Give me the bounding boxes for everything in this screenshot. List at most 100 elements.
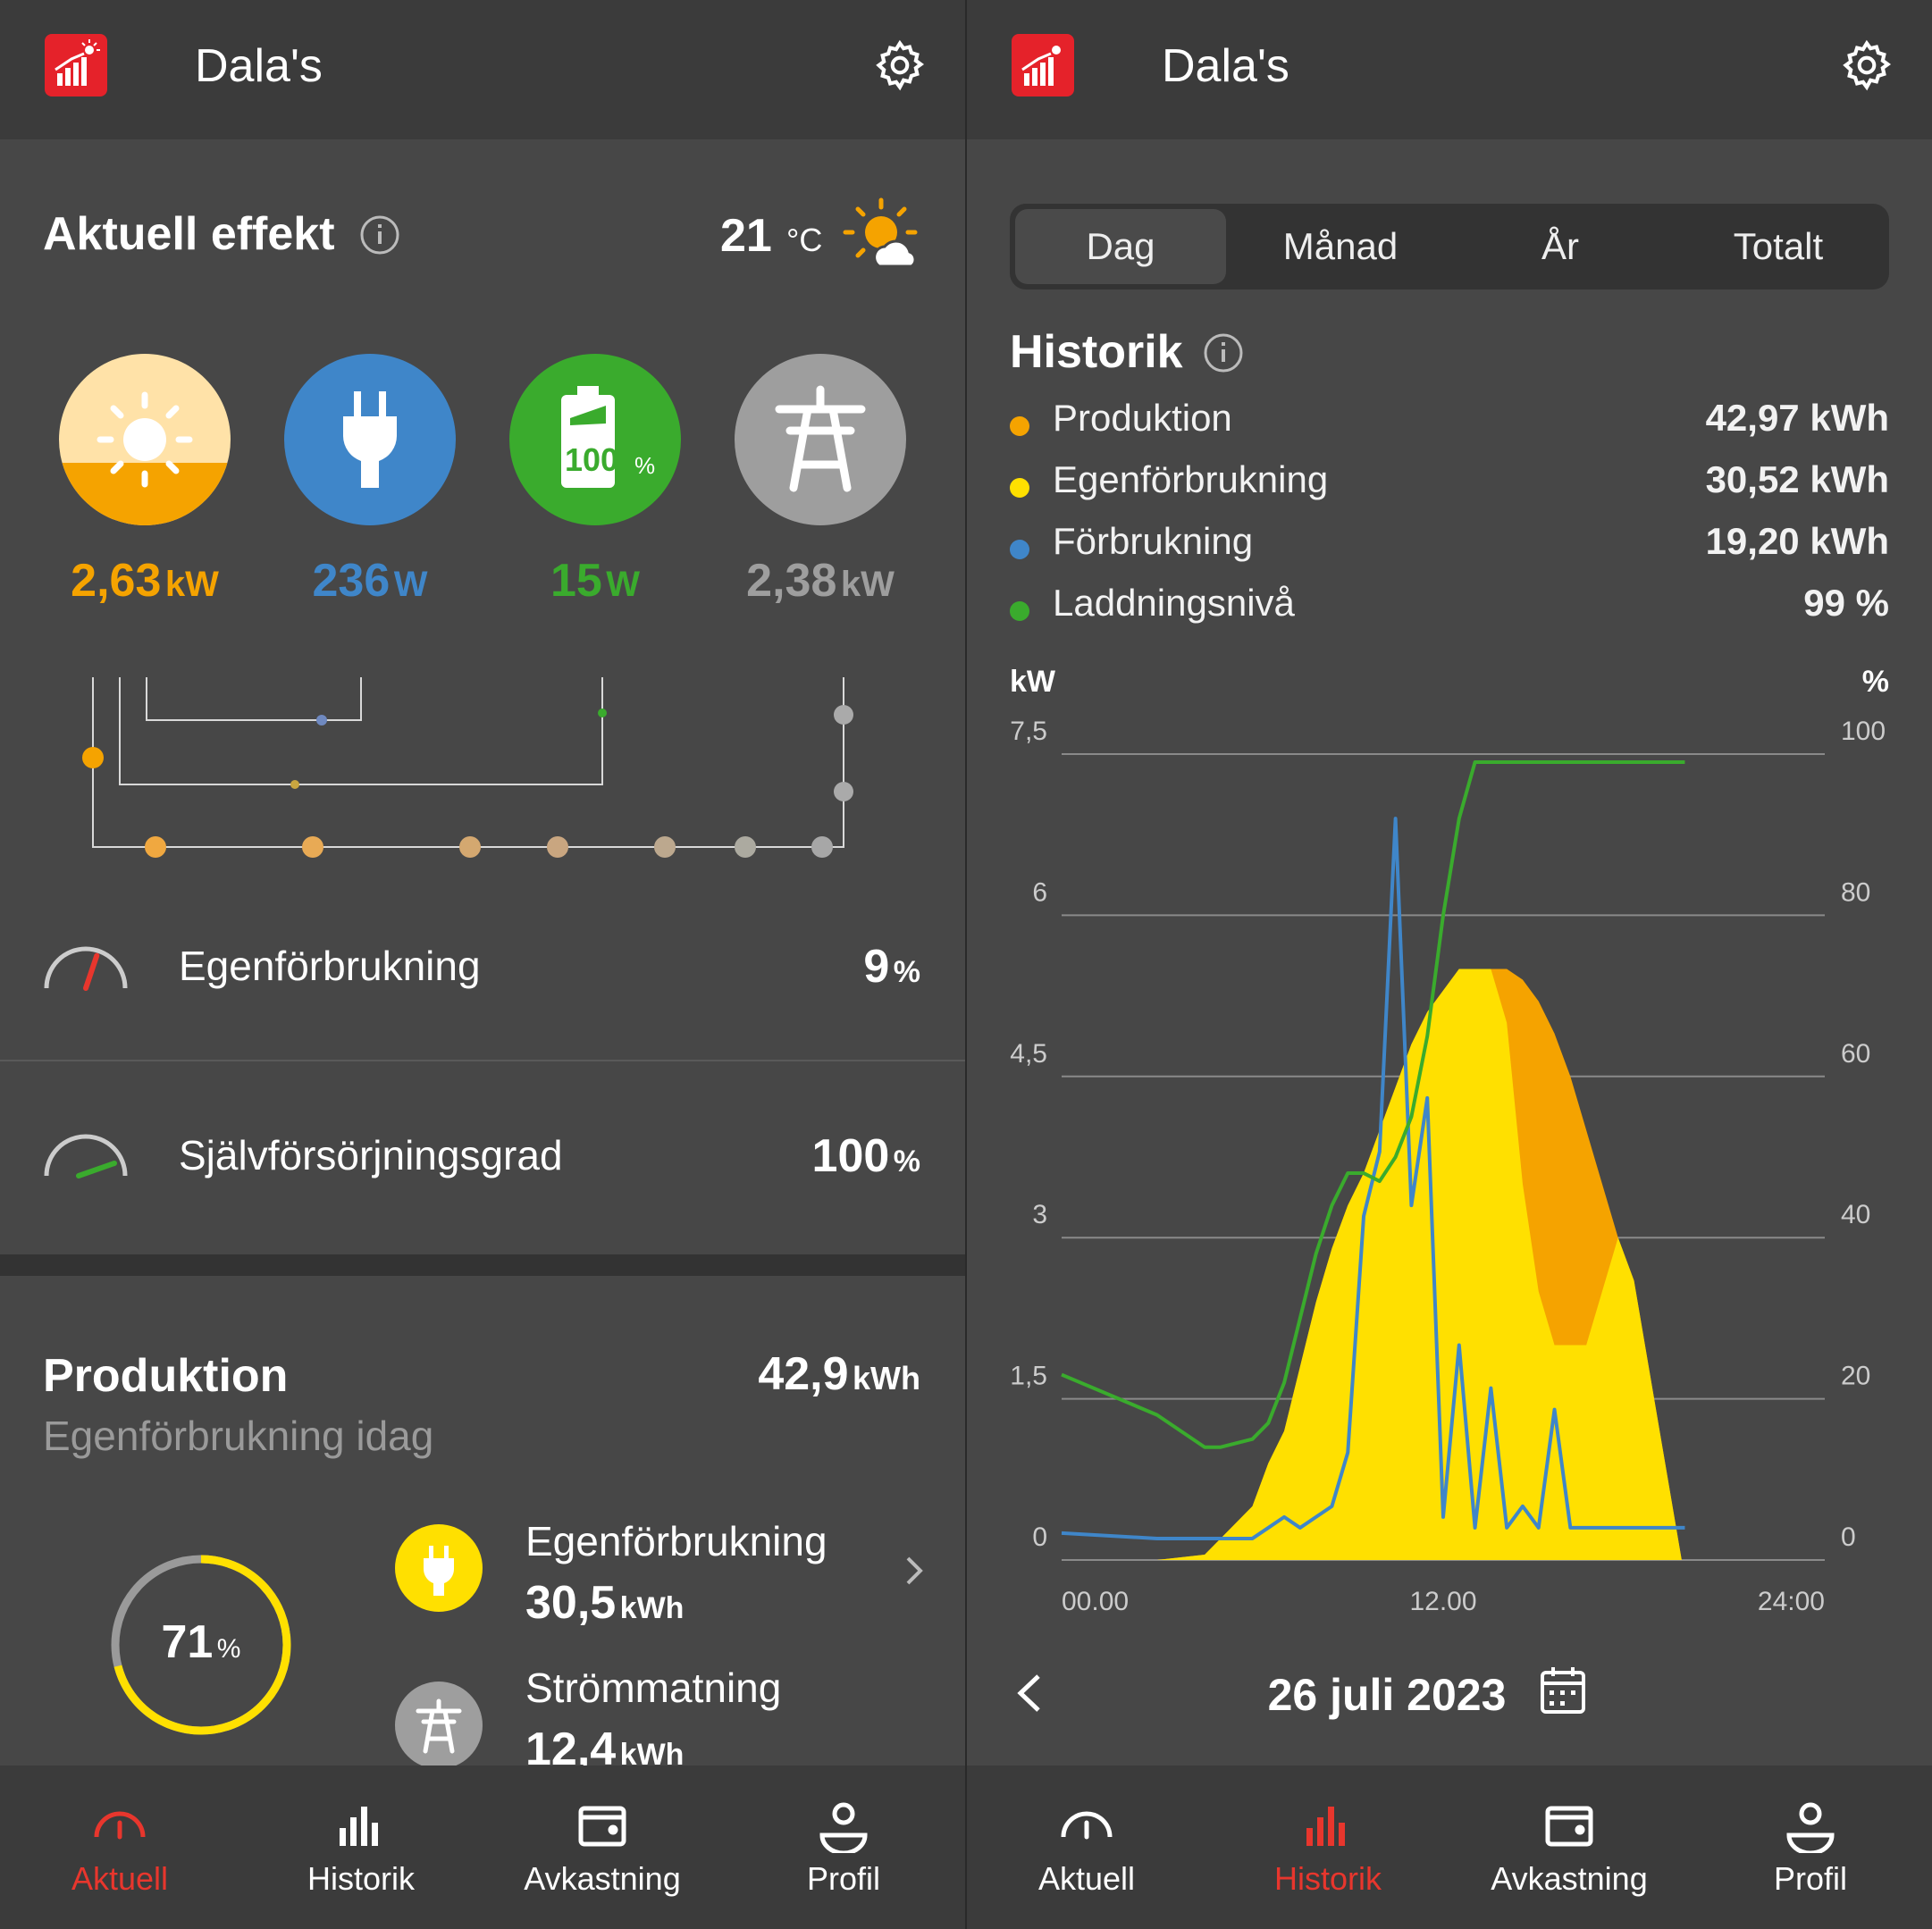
settings-gear-icon[interactable] <box>872 38 928 93</box>
previous-day-chevron-icon[interactable] <box>1012 1671 1047 1715</box>
x-tick-label: 24:00 <box>1758 1587 1825 1616</box>
legend-item: Produktion 42,97 kWh <box>1010 397 1889 450</box>
ring-value: 71 <box>161 1616 214 1668</box>
tab-ar[interactable]: År <box>1451 209 1669 284</box>
aktuell-screen: Dala's Aktuell effekt 21 °C 100 % 2,63 k… <box>0 0 965 1929</box>
history-chart[interactable]: kW % 0 0 1,5 20 3 40 4,5 60 6 80 7,5 100 00.00 12.00 24:… <box>967 652 1932 1617</box>
item-value: 30,5 kWh <box>525 1577 685 1629</box>
x-tick-label: 12.00 <box>1409 1587 1476 1616</box>
bar-chart-icon <box>1299 1796 1357 1853</box>
nav-aktuell[interactable]: Aktuell <box>997 1765 1176 1929</box>
app-title: Dala's <box>1162 40 1289 92</box>
tab-dag[interactable]: Dag <box>1015 209 1226 284</box>
y-tick-label: 0 <box>1032 1522 1047 1552</box>
legend-dot <box>1010 416 1029 436</box>
profile-icon <box>1782 1796 1839 1856</box>
nav-aktuell[interactable]: Aktuell <box>30 1765 209 1929</box>
y2-tick-label: 100 <box>1841 717 1886 746</box>
calendar-icon[interactable] <box>1539 1664 1587 1715</box>
temperature-unit: °C <box>786 222 823 258</box>
legend-item: Förbrukning 19,20 kWh <box>1010 520 1889 574</box>
legend-dot <box>1010 478 1029 498</box>
item-label: Strömmatning <box>525 1665 782 1711</box>
production-title: Produktion <box>43 1350 289 1402</box>
bottom-nav: Aktuell Historik Avkastning Profil <box>0 1765 965 1929</box>
plug-icon <box>343 391 397 488</box>
tab-manad[interactable]: Månad <box>1231 209 1449 284</box>
gauge-red-icon <box>41 940 130 994</box>
battery-circle[interactable]: 100 % <box>509 354 681 525</box>
nav-avkastning[interactable]: Avkastning <box>513 1765 692 1929</box>
self-consumption-ring: 71 % <box>107 1551 295 1739</box>
battery-value: 15 W <box>550 555 641 607</box>
historik-screen: Dala's Dag Månad År Totalt Historik Prod… <box>967 0 1932 1929</box>
production-subtitle: Egenförbrukning idag <box>43 1413 434 1459</box>
energy-flow-lines <box>82 677 853 858</box>
tab-totalt[interactable]: Totalt <box>1671 209 1886 284</box>
metric-value: 100 % <box>811 1130 920 1182</box>
legend-dot <box>1010 601 1029 621</box>
battery-level-label: 100 <box>565 441 619 478</box>
section-separator <box>0 1254 965 1276</box>
legend-dot <box>1010 540 1029 559</box>
period-tabs: Dag Månad År Totalt <box>1010 204 1889 289</box>
bar-chart-icon <box>332 1796 390 1853</box>
y2-tick-label: 20 <box>1841 1362 1870 1391</box>
top-bar: Dala's <box>967 0 1932 139</box>
legend-item: Egenförbrukning 30,52 kWh <box>1010 458 1889 512</box>
nav-historik[interactable]: Historik <box>1239 1765 1417 1929</box>
y2-tick-label: 60 <box>1841 1039 1870 1069</box>
y-tick-label: 1,5 <box>1010 1362 1047 1391</box>
gauge-green-icon <box>41 1128 130 1181</box>
y2-tick-label: 40 <box>1841 1200 1870 1229</box>
solar-circle[interactable] <box>59 354 231 525</box>
chevron-right-icon <box>904 1555 924 1587</box>
info-icon[interactable] <box>359 214 400 256</box>
battery-level-unit: % <box>634 452 656 479</box>
y-tick-label: 3 <box>1032 1200 1047 1229</box>
plug-yellow-icon <box>395 1524 483 1612</box>
app-logo-icon <box>1012 34 1074 96</box>
info-icon[interactable] <box>1203 332 1244 373</box>
grid-circle[interactable] <box>735 354 906 525</box>
consumption-circle[interactable] <box>284 354 456 525</box>
speedometer-icon <box>1058 1796 1115 1853</box>
wallet-icon <box>1541 1796 1598 1853</box>
solar-value: 2,63 kW <box>71 555 219 607</box>
wallet-icon <box>574 1796 631 1853</box>
y2-tick-label: 0 <box>1841 1522 1856 1552</box>
app-title: Dala's <box>195 40 323 92</box>
y-tick-label: 6 <box>1032 877 1047 907</box>
item-value: 12,4 kWh <box>525 1724 685 1765</box>
partly-sunny-icon <box>840 195 922 277</box>
production-item-grid-feed[interactable]: Strömmatning 12,4 kWh <box>393 1664 929 1765</box>
consumption-value: 236 W <box>312 555 428 607</box>
grid-feed-icon <box>395 1682 483 1765</box>
settings-gear-icon[interactable] <box>1839 38 1894 93</box>
metric-value: 9 % <box>863 941 920 993</box>
app-logo-icon <box>45 34 107 96</box>
nav-avkastning[interactable]: Avkastning <box>1480 1765 1659 1929</box>
temperature-value: 21 <box>720 210 772 262</box>
ring-unit: % <box>216 1634 241 1664</box>
bottom-nav: Aktuell Historik Avkastning Profil <box>967 1765 1932 1929</box>
section-title: Aktuell effekt <box>43 208 335 260</box>
metric-label: Självförsörjningsgrad <box>179 1132 563 1178</box>
item-label: Egenförbrukning <box>525 1518 827 1564</box>
y-axis-unit: kW <box>1010 665 1056 699</box>
nav-profil[interactable]: Profil <box>754 1765 933 1929</box>
production-item-self-consumption[interactable]: Egenförbrukning 30,5 kWh <box>393 1510 929 1635</box>
y-tick-label: 7,5 <box>1010 717 1047 746</box>
profile-icon <box>815 1796 872 1856</box>
grid-value: 2,38 kW <box>746 555 895 607</box>
y2-axis-unit: % <box>1862 665 1889 699</box>
legend-item: Laddningsnivå 99 % <box>1010 582 1889 635</box>
y-tick-label: 4,5 <box>1010 1039 1047 1069</box>
nav-profil[interactable]: Profil <box>1721 1765 1900 1929</box>
production-total: 42,9 kWh <box>758 1348 920 1400</box>
nav-historik[interactable]: Historik <box>272 1765 450 1929</box>
selected-date[interactable]: 26 juli 2023 <box>1190 1669 1583 1721</box>
divider <box>0 1060 965 1061</box>
battery-icon <box>561 386 615 488</box>
y2-tick-label: 80 <box>1841 877 1870 907</box>
